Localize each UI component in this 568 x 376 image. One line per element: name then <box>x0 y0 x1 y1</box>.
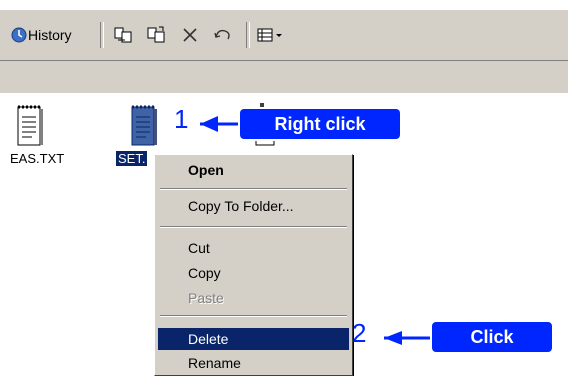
menu-item-paste[interactable]: Paste <box>158 287 349 309</box>
menu-item-copy[interactable]: Copy <box>158 262 349 284</box>
step-number-1: 1 <box>174 104 189 134</box>
text-file-icon-selected[interactable] <box>130 103 158 147</box>
delete-icon <box>183 28 197 42</box>
toolbar-separator <box>246 22 250 48</box>
undo-button[interactable] <box>212 24 234 46</box>
toolbar: History <box>0 10 568 61</box>
move-to-icon <box>114 27 132 43</box>
toolbar-separator <box>100 22 104 48</box>
menu-separator <box>160 315 347 317</box>
file-label[interactable]: EAS.TXT <box>10 151 64 166</box>
undo-icon <box>214 29 230 40</box>
menu-separator <box>160 226 347 228</box>
menu-item-cut[interactable]: Cut <box>158 237 349 259</box>
history-icon <box>11 27 27 43</box>
views-button[interactable] <box>256 24 286 46</box>
menu-item-rename[interactable]: Rename <box>158 352 349 374</box>
delete-button[interactable] <box>180 24 200 46</box>
arrow-left-icon <box>384 331 432 345</box>
history-label: History <box>28 27 72 43</box>
address-bar-area <box>0 61 568 94</box>
menu-item-delete[interactable]: Delete <box>158 328 349 350</box>
history-button[interactable]: History <box>10 24 72 46</box>
right-click-callout: Right click <box>238 107 402 141</box>
menu-item-copy-to-folder[interactable]: Copy To Folder... <box>158 195 349 217</box>
menu-separator <box>160 188 347 190</box>
views-icon <box>257 28 282 42</box>
text-file-icon[interactable] <box>16 103 44 147</box>
step-number-2: 2 <box>352 318 367 348</box>
click-callout: Click <box>430 320 554 354</box>
copy-to-icon <box>147 26 165 43</box>
menu-item-open[interactable]: Open <box>158 159 349 181</box>
move-to-button[interactable] <box>113 24 135 46</box>
copy-to-button[interactable] <box>146 24 168 46</box>
context-menu: Open Copy To Folder... Cut Copy Paste De… <box>154 154 353 376</box>
file-label-selected[interactable]: SET. <box>116 151 148 166</box>
top-strip <box>0 0 568 10</box>
